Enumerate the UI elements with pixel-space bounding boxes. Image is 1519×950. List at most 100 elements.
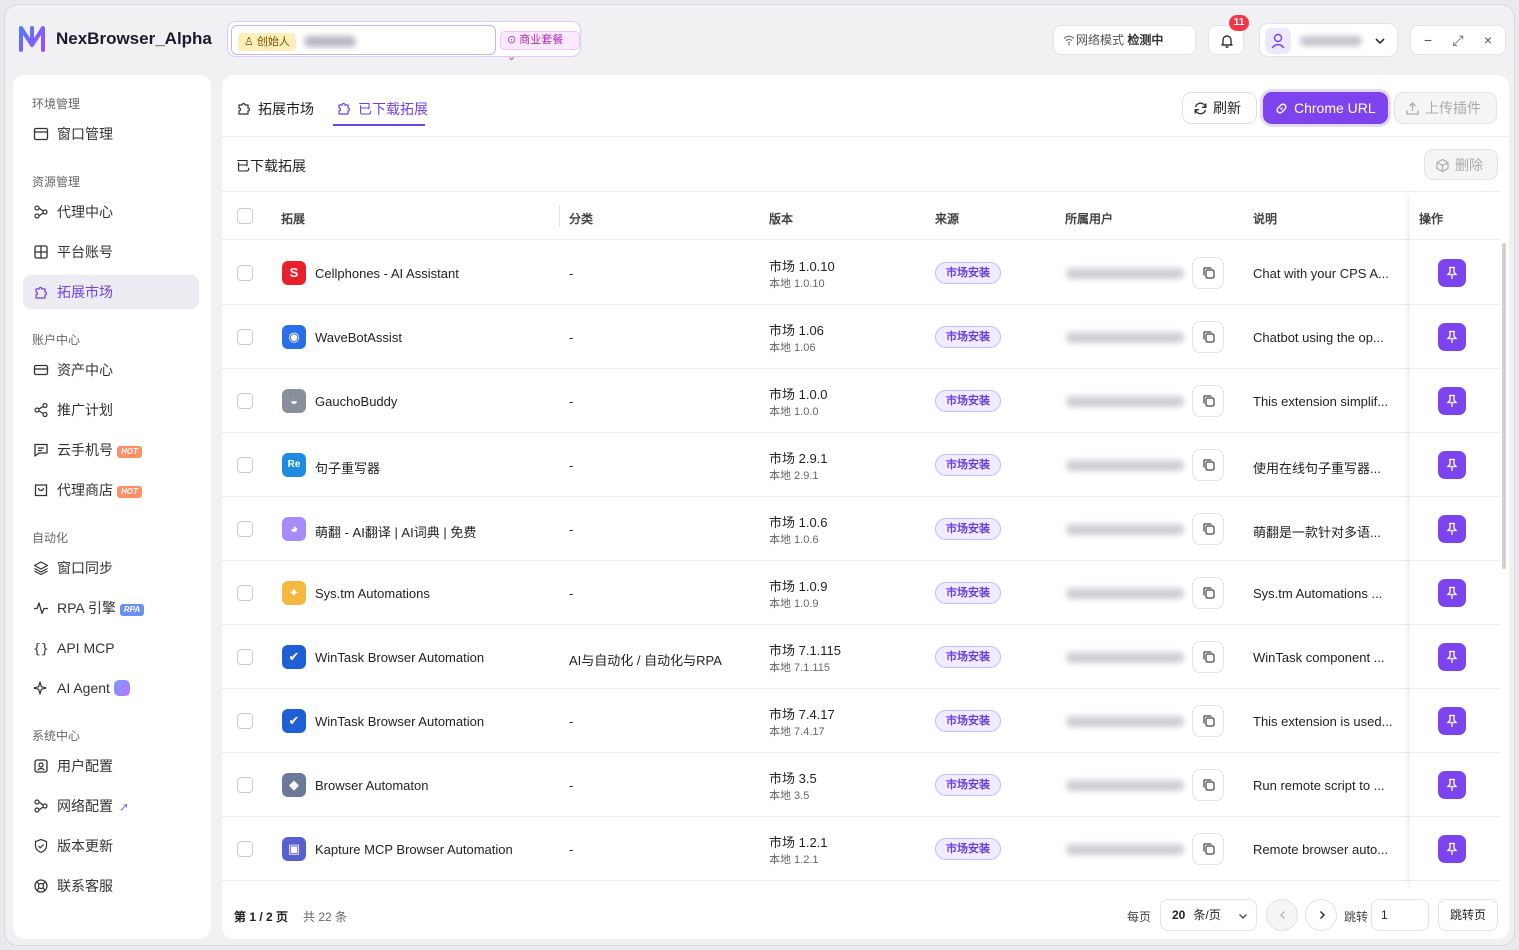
account-field[interactable]: ♙ 创始人 [231, 25, 496, 55]
column-header[interactable]: 说明 [1253, 210, 1277, 227]
close-button[interactable]: × [1473, 26, 1503, 54]
extension-icon: ✔ [282, 645, 306, 669]
column-header[interactable]: 拓展 [281, 210, 305, 227]
table-row[interactable]: ✔ WinTask Browser Automation AI与自动化 / 自动化与… [222, 625, 1500, 689]
creator-tag: ♙ 创始人 [238, 33, 296, 51]
sidebar-item-proxy[interactable]: 代理中心 [23, 195, 199, 229]
network-status: 检测中 [1127, 33, 1164, 47]
local-version: 本地 2.9.1 [769, 470, 819, 482]
row-checkbox[interactable] [237, 265, 253, 281]
sidebar-item-rpa-engine[interactable]: RPA 引擎 RPA [23, 591, 199, 625]
upload-icon [1406, 102, 1419, 115]
row-checkbox[interactable] [237, 329, 253, 345]
delete-button[interactable]: 删除 [1424, 149, 1498, 180]
row-checkbox[interactable] [237, 585, 253, 601]
column-divider[interactable] [559, 205, 560, 227]
copy-button[interactable] [1192, 449, 1224, 481]
sidebar-item-extension-market[interactable]: 拓展市场 [23, 275, 199, 309]
sidebar-item-user-config[interactable]: 用户配置 [23, 749, 199, 783]
per-page-select[interactable]: 20 条/页 [1160, 899, 1257, 931]
layers-icon [33, 561, 49, 576]
copy-button[interactable] [1192, 321, 1224, 353]
sidebar-item-version-update[interactable]: 版本更新 [23, 829, 199, 863]
table-row[interactable]: ✔ WinTask Browser Automation - 市场 7.4.17 本地 … [222, 689, 1500, 753]
column-header[interactable]: 分类 [569, 210, 593, 227]
sidebar-item-assets[interactable]: 资产中心 [23, 353, 199, 387]
sidebar-item-ai-agent[interactable]: AI Agent [23, 671, 199, 705]
copy-button[interactable] [1192, 385, 1224, 417]
row-checkbox[interactable] [237, 777, 253, 793]
row-checkbox[interactable] [237, 457, 253, 473]
table-row[interactable]: ◉ WaveBotAssist - 市场 1.06 本地 1.06 市场安装 Chatbot… [222, 305, 1500, 369]
column-header[interactable]: 所属用户 [1065, 210, 1113, 227]
table-row[interactable]: ✦ Sys.tm Automations - 市场 1.0.9 本地 1.0.9 市场安装… [222, 561, 1500, 625]
refresh-button[interactable]: 刷新 [1182, 92, 1257, 124]
minimize-button[interactable]: − [1413, 26, 1443, 54]
table-row[interactable]: S Cellphones - AI Assistant - 市场 1.0.10 本地 1… [222, 241, 1500, 305]
market-version: 市场 1.2.1 [769, 835, 828, 850]
hot-badge: HOT [117, 446, 142, 458]
sidebar-item-support[interactable]: 联系客服 [23, 869, 199, 903]
table-row[interactable]: ◒ GauchoBuddy - 市场 1.0.0 本地 1.0.0 市场安装 This ex… [222, 369, 1500, 433]
sidebar-item-platform-accounts[interactable]: 平台账号 [23, 235, 199, 269]
sidebar-item-network-config[interactable]: 网络配置 ➚ [23, 789, 199, 823]
local-version: 本地 7.1.115 [769, 662, 830, 674]
chrome-url-button[interactable]: Chrome URL [1263, 92, 1388, 124]
maximize-button[interactable]: ⤢ [1443, 26, 1473, 54]
copy-button[interactable] [1192, 833, 1224, 865]
sidebar-item-label: 推广计划 [57, 402, 113, 418]
row-checkbox[interactable] [237, 521, 253, 537]
tab-downloaded-extensions[interactable]: 已下载拓展 [336, 99, 428, 119]
table-row[interactable]: ◕ 萌翻 - AI翻译 | AI词典 | 免费 - 市场 1.0.6 本地 1.0.6 市… [222, 497, 1500, 561]
extension-name: GauchoBuddy [315, 394, 398, 409]
copy-button[interactable] [1192, 513, 1224, 545]
upload-plugin-button[interactable]: 上传插件 [1394, 92, 1497, 124]
market-version: 市场 1.06 [769, 323, 824, 338]
sidebar-item-proxy-shop[interactable]: 代理商店 HOT [23, 473, 199, 507]
source-tag: 市场安装 [935, 582, 1001, 604]
row-checkbox[interactable] [237, 713, 253, 729]
extension-name: Kapture MCP Browser Automation [315, 842, 513, 857]
column-header[interactable]: 版本 [769, 210, 793, 227]
user-menu-button[interactable] [1259, 23, 1398, 57]
extension-category: - [569, 522, 574, 537]
next-page-button[interactable] [1305, 899, 1337, 931]
source-tag: 市场安装 [935, 518, 1001, 540]
tab-extension-market[interactable]: 拓展市场 [236, 99, 314, 119]
market-version: 市场 1.0.10 [769, 259, 835, 274]
table-row[interactable]: ◆ Browser Automaton - 市场 3.5 本地 3.5 市场安装 Run r… [222, 753, 1500, 817]
network-mode-indicator[interactable]: 网络模式 检测中 [1053, 25, 1196, 55]
puzzle-icon [35, 286, 48, 299]
sidebar-item-cloud-phone[interactable]: 云手机号 HOT [23, 433, 199, 467]
vertical-scrollbar[interactable] [1502, 243, 1506, 569]
extension-description: Chat with your CPS A... [1253, 266, 1389, 281]
column-header[interactable]: 来源 [935, 210, 959, 227]
copy-button[interactable] [1192, 769, 1224, 801]
jump-page-input[interactable]: 1 [1371, 899, 1429, 931]
extension-description: 萌翻是一款针对多语... [1253, 525, 1381, 540]
row-checkbox[interactable] [237, 841, 253, 857]
table-row[interactable]: Re 句子重写器 - 市场 2.9.1 本地 2.9.1 市场安装 使用在线句子重写器... [222, 433, 1500, 497]
sidebar-item-referral[interactable]: 推广计划 [23, 393, 199, 427]
account-selector[interactable]: ♙ 创始人 ⊙ 商业套餐 ⌄ [227, 21, 581, 63]
sidebar-item-api-mcp[interactable]: {} API MCP [23, 631, 199, 665]
table-row[interactable]: ▣ Kapture MCP Browser Automation - 市场 1.2.1… [222, 817, 1500, 881]
jump-page-button[interactable]: 跳转页 [1438, 899, 1498, 931]
sidebar-item-label: 窗口同步 [57, 560, 113, 576]
owner-email-blurred [1066, 268, 1184, 279]
extension-icon: ◆ [282, 773, 306, 797]
copy-button[interactable] [1192, 641, 1224, 673]
copy-button[interactable] [1192, 577, 1224, 609]
extension-name: WinTask Browser Automation [315, 650, 485, 665]
plan-tag[interactable]: ⊙ 商业套餐 ⌄ [500, 31, 580, 63]
prev-page-button[interactable] [1266, 899, 1298, 931]
sidebar-item-window-sync[interactable]: 窗口同步 [23, 551, 199, 585]
row-checkbox[interactable] [237, 393, 253, 409]
sidebar-section-title: 环境管理 [32, 97, 81, 111]
copy-button[interactable] [1192, 257, 1224, 289]
sidebar-item-window-manage[interactable]: 窗口管理 [23, 117, 199, 151]
per-page-unit: 条/页 [1193, 908, 1221, 922]
copy-button[interactable] [1192, 705, 1224, 737]
select-all-checkbox[interactable] [237, 208, 253, 224]
row-checkbox[interactable] [237, 649, 253, 665]
